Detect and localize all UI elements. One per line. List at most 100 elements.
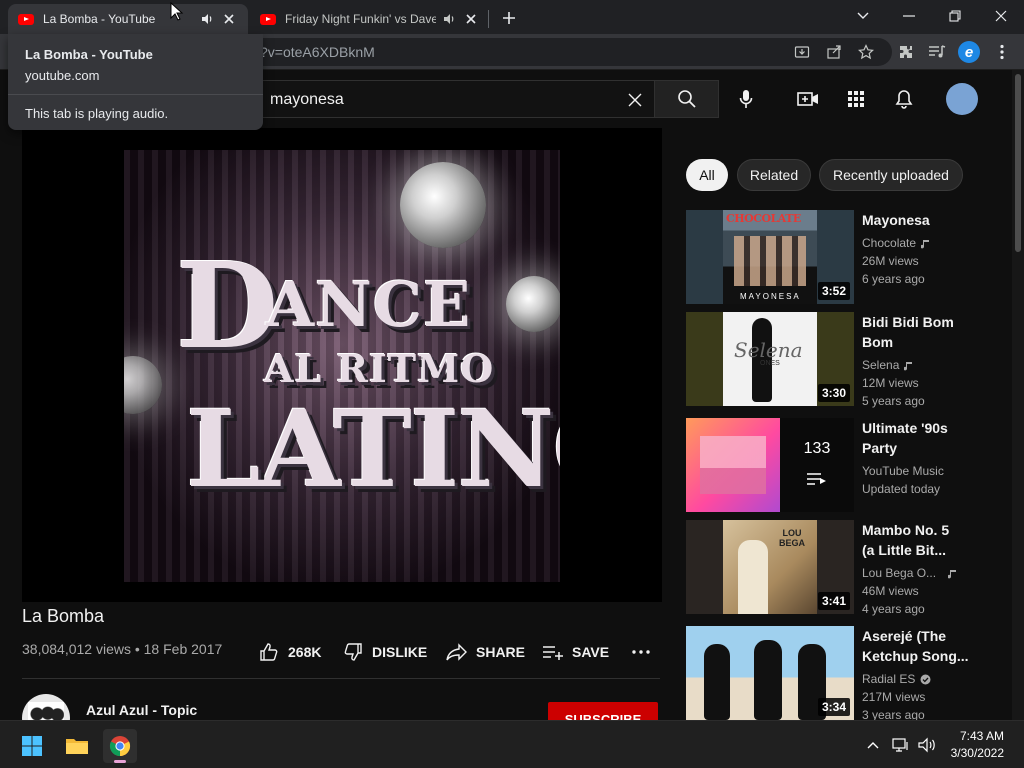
art-line1: ANCE <box>266 268 472 341</box>
search-input[interactable]: mayonesa <box>270 91 344 109</box>
minimize-button[interactable] <box>886 2 932 30</box>
profile-avatar[interactable]: e <box>958 41 980 63</box>
thumb-logo-text: Selena <box>734 338 803 362</box>
share-button[interactable]: SHARE <box>446 640 525 664</box>
search-box[interactable]: mayonesa <box>250 80 655 118</box>
close-tab-icon[interactable] <box>220 10 238 28</box>
thumb-sub-text: MAYONESA <box>740 292 801 301</box>
restore-button[interactable] <box>932 2 978 30</box>
speaker-icon[interactable] <box>198 10 216 28</box>
close-window-button[interactable] <box>978 2 1024 30</box>
scrollbar-thumb[interactable] <box>1015 74 1021 252</box>
apps-grid-icon[interactable] <box>844 87 868 111</box>
like-button[interactable]: 268K <box>258 640 321 664</box>
start-windows-icon[interactable] <box>15 729 49 763</box>
mouse-cursor-icon <box>170 2 184 21</box>
related-channel: YouTube Music <box>862 464 944 478</box>
playlist-video-count: 133 <box>803 440 831 457</box>
new-tab-button[interactable] <box>498 7 520 29</box>
tab-title: Friday Night Funkin' vs Dave and Bambi <box>285 12 436 26</box>
account-avatar[interactable] <box>946 83 978 115</box>
tab-friday-night-funkin[interactable]: Friday Night Funkin' vs Dave and Bambi <box>250 4 490 34</box>
hover-card-audio-status: This tab is playing audio. <box>25 106 169 121</box>
art-line2: AL RITMO <box>264 346 495 391</box>
related-channel: Chocolate <box>862 236 930 250</box>
video-thumbnail[interactable]: 3:34 <box>686 626 854 720</box>
verified-check-icon <box>920 674 931 685</box>
dislike-button[interactable]: DISLIKE <box>342 640 427 664</box>
chip-related[interactable]: Related <box>737 159 811 191</box>
page-scrollbar[interactable] <box>1012 70 1024 720</box>
related-views: 26M views <box>862 254 919 268</box>
clear-search-icon[interactable] <box>624 89 646 111</box>
voice-search-mic-icon[interactable] <box>734 87 758 111</box>
related-views: 217M views <box>862 690 926 704</box>
like-count: 268K <box>288 644 322 660</box>
channel-name: Chocolate <box>862 236 917 250</box>
related-video-title[interactable]: Ultimate '90s Party <box>862 418 982 458</box>
dislike-label: DISLIKE <box>372 644 428 660</box>
youtube-favicon-icon <box>18 13 34 25</box>
hover-card-divider <box>8 94 263 95</box>
related-age: 5 years ago <box>862 394 925 408</box>
close-tab-icon[interactable] <box>462 10 480 28</box>
search-button[interactable] <box>655 80 719 118</box>
playlist-updated: Updated today <box>862 482 941 496</box>
install-app-icon[interactable] <box>792 42 812 62</box>
related-channel: Lou Bega O... <box>862 566 957 580</box>
video-duration: 3:34 <box>817 698 850 716</box>
album-art-lettering: D ANCE AL RITMO LATINO <box>124 150 560 582</box>
media-control-icon[interactable] <box>925 40 949 64</box>
thumb-sub-text: ONES <box>760 360 780 367</box>
clock-date: 3/30/2022 <box>950 746 1004 760</box>
chip-all[interactable]: All <box>686 159 728 191</box>
hover-card-domain: youtube.com <box>25 68 100 83</box>
tab-la-bomba[interactable]: La Bomba - YouTube <box>8 4 248 34</box>
related-age: 6 years ago <box>862 272 925 286</box>
more-actions-button[interactable] <box>632 640 650 664</box>
video-thumbnail[interactable]: Selena ONES 3:30 <box>686 312 854 406</box>
title-line: Aserejé (The <box>862 628 947 644</box>
extensions-puzzle-icon[interactable] <box>894 40 918 64</box>
share-arrow-icon <box>446 641 468 663</box>
chip-recently-uploaded[interactable]: Recently uploaded <box>819 159 963 191</box>
bookmark-star-icon[interactable] <box>856 42 876 62</box>
tab-hover-card: La Bomba - YouTube youtube.com This tab … <box>8 34 263 130</box>
save-button[interactable]: SAVE <box>542 640 609 664</box>
video-views-date: 38,084,012 views • 18 Feb 2017 <box>22 641 223 657</box>
tab-search-button[interactable] <box>840 2 886 30</box>
create-video-icon[interactable] <box>796 87 820 111</box>
share-icon[interactable] <box>824 42 844 62</box>
notifications-bell-icon[interactable] <box>892 87 916 111</box>
related-video-item[interactable]: CHOCOLATE MAYONESA 3:52 Mayonesa Chocola… <box>686 210 1006 304</box>
network-icon[interactable] <box>890 735 912 755</box>
related-video-title[interactable]: Aserejé (The Ketchup Song... <box>862 626 982 666</box>
tab-separator <box>488 10 489 28</box>
chrome-taskbar-icon[interactable] <box>103 729 137 763</box>
video-thumbnail[interactable]: CHOCOLATE MAYONESA 3:52 <box>686 210 854 304</box>
related-age: 4 years ago <box>862 602 925 616</box>
more-horizontal-icon <box>632 650 650 654</box>
related-channel: Selena <box>862 358 913 372</box>
video-player[interactable]: D ANCE AL RITMO LATINO <box>22 128 662 602</box>
channel-name[interactable]: Azul Azul - Topic <box>86 702 197 718</box>
related-video-title[interactable]: Bidi Bidi Bom Bom <box>862 312 982 352</box>
related-video-title[interactable]: Mayonesa <box>862 210 982 230</box>
music-note-icon <box>904 361 913 371</box>
playlist-thumbnail[interactable]: 133 <box>686 418 854 512</box>
volume-speaker-icon[interactable] <box>916 735 938 755</box>
system-clock[interactable]: 7:43 AM 3/30/2022 <box>951 728 1004 762</box>
thumbs-down-icon <box>342 641 364 663</box>
chrome-menu-icon[interactable] <box>990 40 1014 64</box>
related-playlist-item[interactable]: 133 Ultimate '90s Party YouTube Music Upd… <box>686 418 1006 512</box>
related-video-item[interactable]: 3:34 Aserejé (The Ketchup Song... Radial … <box>686 626 1006 722</box>
video-thumbnail[interactable]: LOU BEGA 3:41 <box>686 520 854 614</box>
related-video-item[interactable]: Selena ONES 3:30 Bidi Bidi Bom Bom Selena… <box>686 312 1006 408</box>
share-label: SHARE <box>476 644 526 660</box>
speaker-icon[interactable] <box>440 10 458 28</box>
show-hidden-icons-chevron-up-icon[interactable] <box>862 735 884 755</box>
file-explorer-icon[interactable] <box>60 729 94 763</box>
related-video-title[interactable]: Mambo No. 5 (a Little Bit... <box>862 520 982 560</box>
save-label: SAVE <box>572 644 610 660</box>
related-video-item[interactable]: LOU BEGA 3:41 Mambo No. 5 (a Little Bit..… <box>686 520 1006 616</box>
